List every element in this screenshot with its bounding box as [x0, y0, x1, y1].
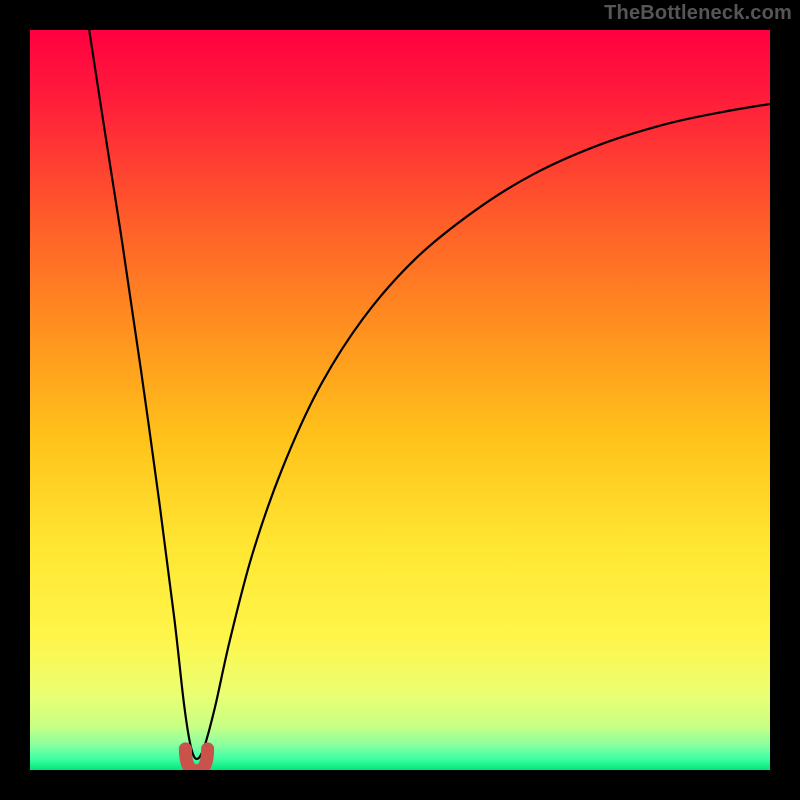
watermark-text: TheBottleneck.com	[604, 2, 792, 25]
chart-background	[30, 30, 770, 770]
chart-plot	[30, 30, 770, 770]
chart-frame: TheBottleneck.com	[0, 0, 800, 800]
